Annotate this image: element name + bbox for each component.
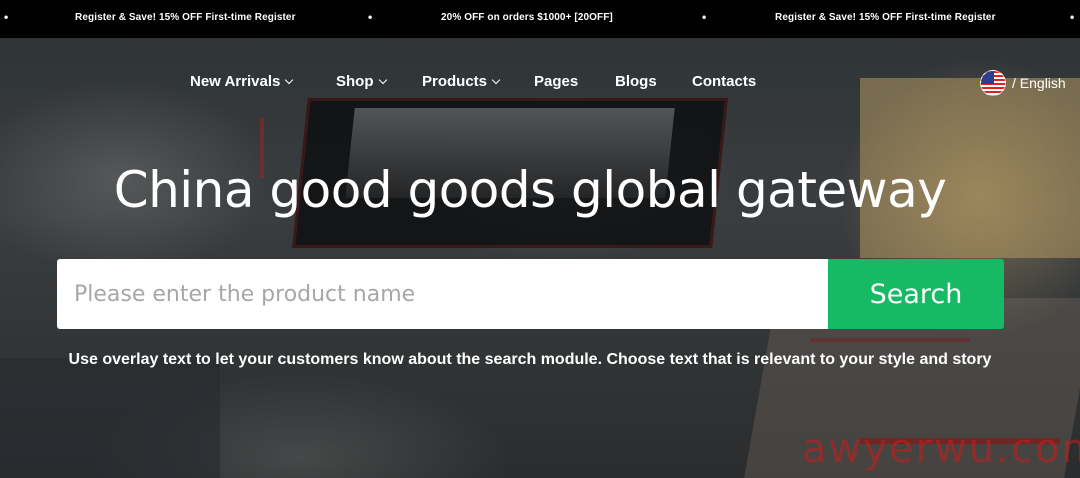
announcement-message[interactable]: Register & Save! 15% OFF First-time Regi… bbox=[775, 12, 996, 23]
chevron-down-icon bbox=[378, 75, 387, 84]
main-navigation: New Arrivals Shop Products Pages Blogs C… bbox=[0, 73, 1080, 93]
language-label: / English bbox=[1012, 75, 1066, 91]
search-input[interactable] bbox=[57, 259, 828, 329]
nav-item-blogs[interactable]: Blogs bbox=[615, 73, 657, 90]
announcement-bar: • Register & Save! 15% OFF First-time Re… bbox=[0, 0, 1080, 38]
separator-dot: • bbox=[4, 10, 9, 24]
nav-item-label: Shop bbox=[336, 73, 374, 90]
separator-dot: • bbox=[368, 10, 373, 24]
announcement-message[interactable]: 20% OFF on orders $1000+ [20OFF] bbox=[441, 12, 613, 23]
nav-item-label: Blogs bbox=[615, 73, 657, 90]
announcement-message[interactable]: Register & Save! 15% OFF First-time Regi… bbox=[75, 12, 296, 23]
nav-item-label: Products bbox=[422, 73, 488, 90]
nav-item-new-arrivals[interactable]: New Arrivals bbox=[190, 73, 294, 90]
nav-item-pages[interactable]: Pages bbox=[534, 73, 578, 90]
nav-item-products[interactable]: Products bbox=[422, 73, 501, 90]
background-shape bbox=[0, 358, 220, 478]
separator-dot: • bbox=[1070, 10, 1075, 24]
watermark: awyerwu.com bbox=[802, 426, 1080, 472]
product-search-form: Search bbox=[57, 259, 1004, 329]
separator-dot: • bbox=[702, 10, 707, 24]
hero-headline: China good goods global gateway bbox=[113, 161, 947, 219]
nav-item-label: Contacts bbox=[692, 73, 757, 90]
nav-item-shop[interactable]: Shop bbox=[336, 73, 387, 90]
nav-item-contacts[interactable]: Contacts bbox=[692, 73, 756, 90]
nav-item-label: New Arrivals bbox=[190, 73, 281, 90]
nav-item-label: Pages bbox=[534, 73, 579, 90]
hero-background bbox=[0, 38, 1080, 478]
language-selector[interactable]: / English bbox=[980, 70, 1066, 96]
search-overlay-text: Use overlay text to let your customers k… bbox=[68, 351, 992, 368]
chevron-down-icon bbox=[285, 75, 294, 84]
us-flag-icon bbox=[980, 70, 1006, 96]
background-shape bbox=[810, 338, 970, 342]
search-button[interactable]: Search bbox=[828, 259, 1004, 329]
chevron-down-icon bbox=[491, 75, 501, 84]
